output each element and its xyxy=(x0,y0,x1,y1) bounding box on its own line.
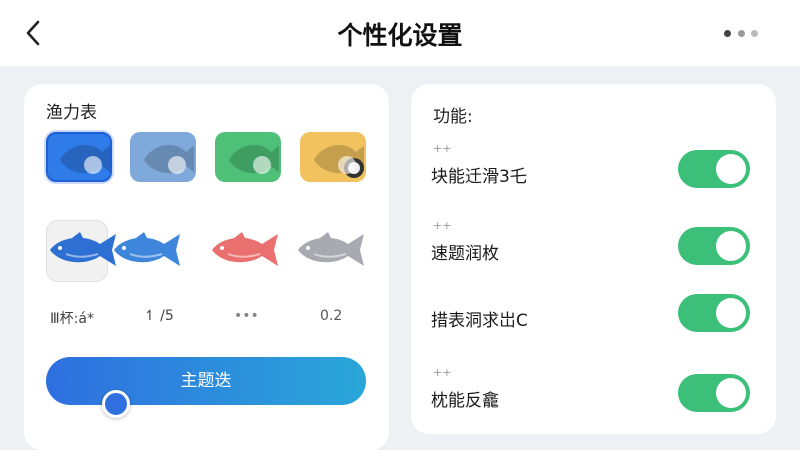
fish-label-4: 0.2 xyxy=(320,308,343,324)
feature-label: 枕能反龕 xyxy=(431,391,499,411)
appearance-title: 渔力表 xyxy=(46,103,97,123)
feature-row: ++ 枕能反龕 xyxy=(411,366,776,426)
fish-silhouette-icon xyxy=(60,145,110,174)
appearance-card: 渔力表 Ⅲ杯:á* ↿ /5 ••• 0.2 主题迭 xyxy=(24,84,389,450)
feature-toggle[interactable] xyxy=(678,227,750,265)
feature-hash: ++ xyxy=(433,219,452,232)
toggle-knob xyxy=(716,154,746,184)
feature-hash: ++ xyxy=(433,142,452,155)
fish-label-2: ↿ /5 xyxy=(144,308,174,324)
swatch-dot xyxy=(338,156,356,174)
features-card: 功能: ++ 块能迁滑3乇 ++ 速题润枚 措表洞求岀C ++ 枕能反龕 xyxy=(411,84,776,434)
feature-toggle[interactable] xyxy=(678,374,750,412)
fish-label-3: ••• xyxy=(234,308,259,324)
toggle-knob xyxy=(716,298,746,328)
feature-toggle[interactable] xyxy=(678,150,750,188)
fish-gray-icon[interactable] xyxy=(294,228,374,272)
theme-button[interactable]: 主题迭 xyxy=(46,357,366,405)
more-dots-icon xyxy=(737,29,745,37)
swatch-dot xyxy=(168,156,186,174)
fish-red-icon[interactable] xyxy=(208,228,288,272)
feature-toggle[interactable] xyxy=(678,294,750,332)
slider-thumb[interactable] xyxy=(102,390,131,418)
page-title: 个性化设置 xyxy=(337,21,463,50)
feature-hash: ++ xyxy=(433,366,452,379)
fish-silhouette-icon xyxy=(144,145,194,174)
fish-label-1: Ⅲ杯:á* xyxy=(50,311,94,327)
top-bar: 个性化设置 xyxy=(0,0,800,66)
fish-silhouette-icon xyxy=(229,145,279,174)
toggle-knob xyxy=(716,378,746,408)
feature-label: 块能迁滑3乇 xyxy=(431,167,527,187)
more-dots-icon xyxy=(724,29,731,37)
feature-row: ++ 速题润枚 xyxy=(411,219,776,279)
swatch-green[interactable] xyxy=(215,132,281,182)
more-dots-icon xyxy=(751,29,758,37)
feature-label: 速题润枚 xyxy=(431,244,499,264)
swatch-yellow[interactable] xyxy=(300,132,366,182)
feature-row: 措表洞求岀C xyxy=(411,286,776,346)
more-options-button[interactable] xyxy=(724,26,758,40)
toggle-knob xyxy=(716,231,746,261)
swatch-blue[interactable] xyxy=(46,132,112,182)
swatch-light-blue[interactable] xyxy=(130,132,196,182)
features-title: 功能: xyxy=(433,107,473,127)
swatch-dot xyxy=(84,156,102,174)
swatch-dot xyxy=(253,156,271,174)
fish-silhouette-icon xyxy=(314,145,364,178)
fish-light-blue-icon[interactable] xyxy=(110,228,190,272)
feature-row: ++ 块能迁滑3乇 xyxy=(411,142,776,202)
feature-label: 措表洞求岀C xyxy=(431,311,528,331)
